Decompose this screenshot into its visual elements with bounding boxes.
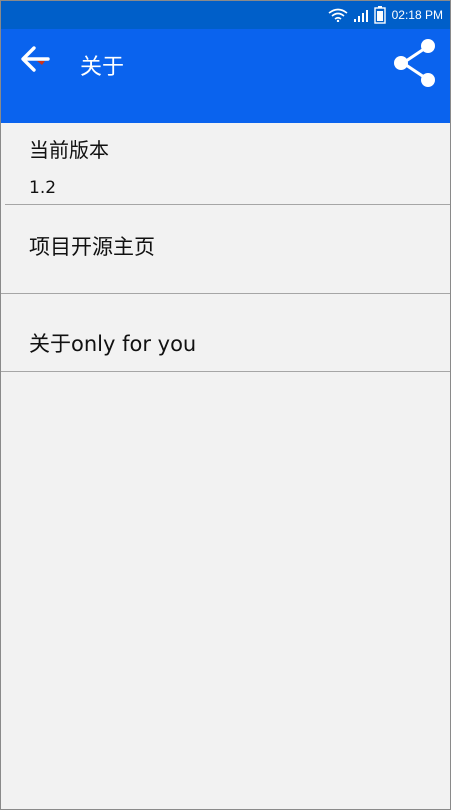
version-label: 当前版本 — [29, 138, 109, 162]
back-arrow-icon — [18, 44, 52, 78]
signal-icon — [353, 8, 368, 22]
list-item-project-homepage[interactable]: 项目开源主页 — [1, 205, 450, 294]
app-screen: 02:18 PM 关于 当前版本 1.2 项目开源主页 关于only for y… — [0, 0, 451, 810]
back-button[interactable] — [15, 43, 55, 79]
share-icon — [391, 37, 437, 93]
about-app-label: 关于only for you — [29, 332, 197, 356]
about-list: 当前版本 1.2 项目开源主页 关于only for you — [1, 123, 450, 372]
list-item-about-app[interactable]: 关于only for you — [1, 294, 450, 372]
list-item-version[interactable]: 当前版本 1.2 — [5, 123, 450, 205]
status-time: 02:18 PM — [391, 8, 443, 22]
battery-icon — [373, 6, 386, 24]
share-button[interactable] — [390, 39, 438, 91]
wifi-icon — [328, 8, 348, 22]
status-bar: 02:18 PM — [1, 1, 450, 29]
project-homepage-label: 项目开源主页 — [29, 235, 155, 259]
app-toolbar: 关于 — [1, 29, 450, 123]
page-title: 关于 — [80, 55, 125, 80]
version-value: 1.2 — [29, 178, 57, 198]
